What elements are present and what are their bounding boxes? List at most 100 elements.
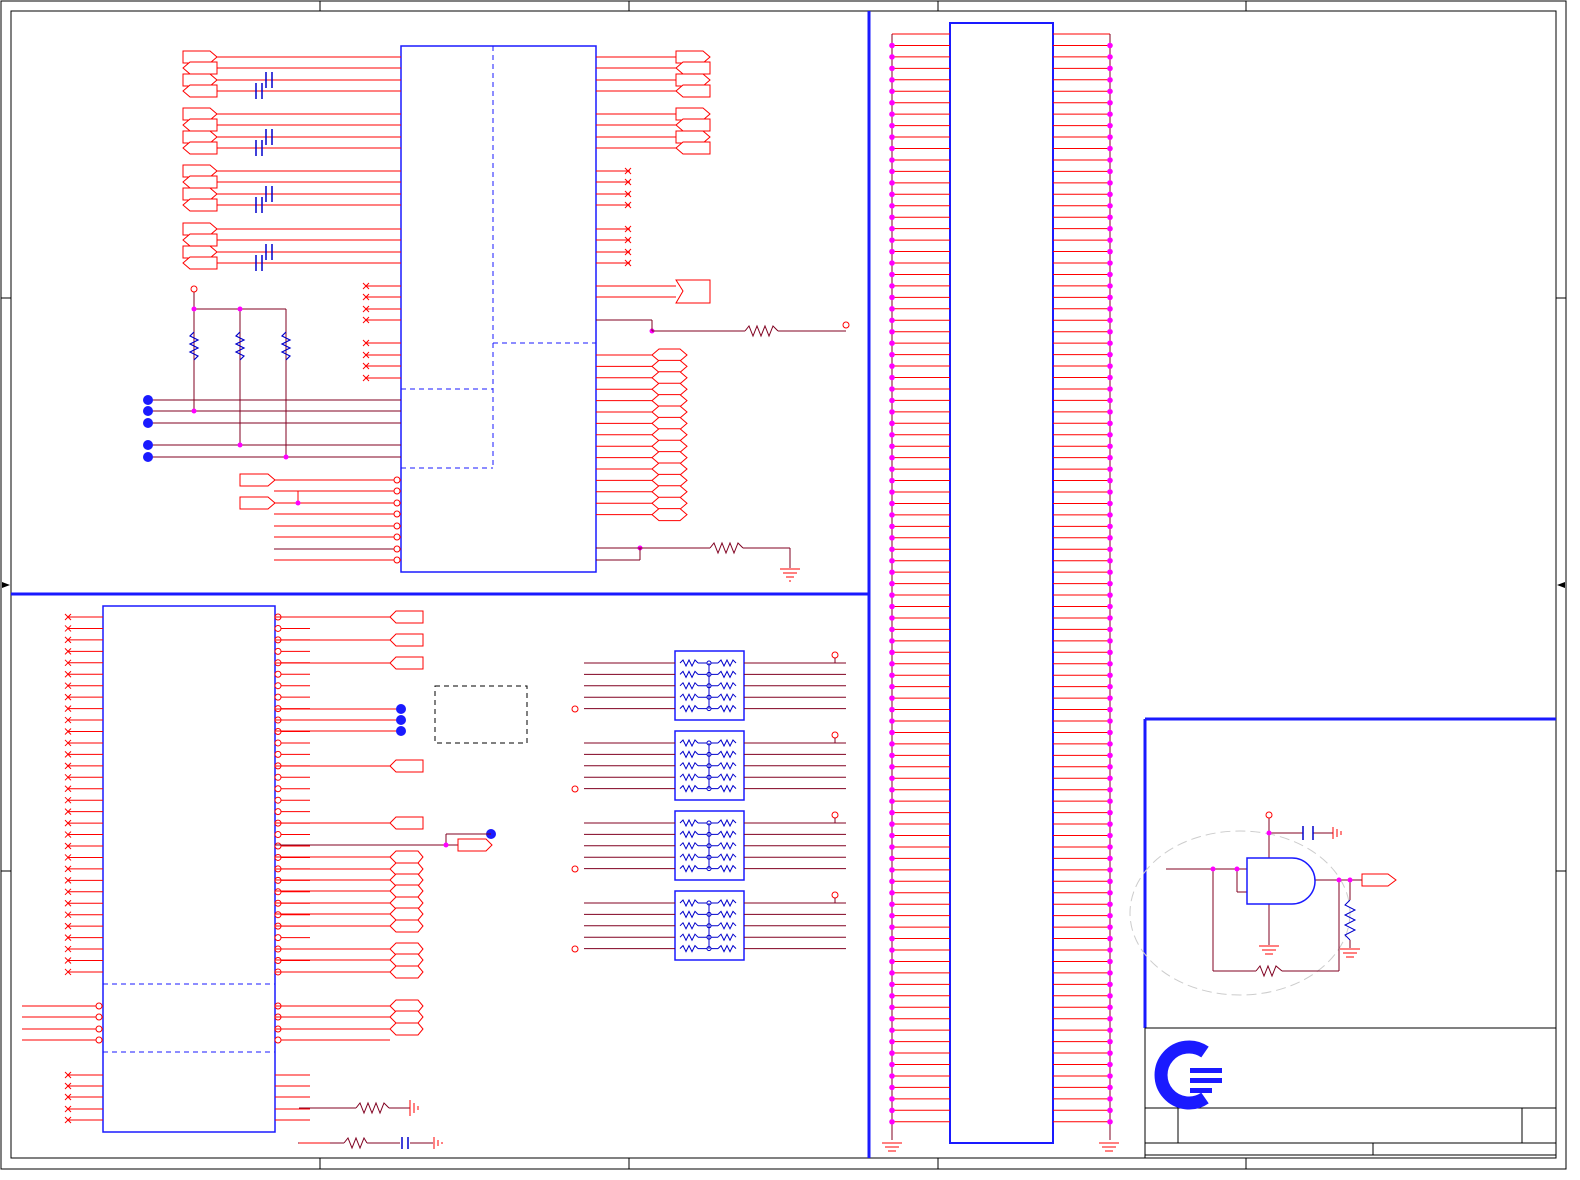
resistor-icon — [717, 944, 737, 953]
junction-dot — [889, 203, 895, 209]
junction-dot — [1107, 1073, 1113, 1079]
junction-dot — [889, 340, 895, 347]
resistor-icon — [679, 853, 699, 862]
power-rail-icon — [831, 811, 839, 819]
junction-dot — [889, 443, 895, 450]
rpack-2 — [571, 730, 846, 801]
junction-dot — [889, 88, 895, 95]
junction-dot — [1107, 958, 1113, 965]
resistor-icon — [679, 841, 699, 850]
resistor-icon — [744, 324, 779, 338]
resistor-icon — [679, 761, 699, 770]
junction-dot — [1107, 65, 1113, 72]
resistor-icon — [679, 784, 699, 793]
junction-dot — [889, 386, 895, 392]
output-port-icon — [1361, 873, 1397, 887]
rpack-3 — [571, 810, 846, 881]
port-icon — [239, 496, 276, 510]
port-icon — [182, 256, 218, 270]
junction-dot — [889, 180, 895, 186]
junction-dot — [889, 260, 895, 266]
junction-dot — [889, 752, 895, 759]
junction-dot — [1107, 420, 1113, 427]
bidir-port-icon — [651, 359, 688, 373]
junction-dot — [889, 615, 895, 621]
junction-dot — [1107, 54, 1113, 60]
resistor-icon — [709, 541, 744, 555]
junction-dot — [1107, 409, 1113, 415]
resistor-icon — [679, 658, 699, 668]
port-icon — [239, 473, 276, 487]
bidir-port-icon — [651, 462, 688, 476]
junction-dot — [1107, 1015, 1113, 1022]
power-rail-icon — [571, 865, 579, 873]
junction-dot — [889, 844, 895, 850]
junction-dot — [1107, 214, 1113, 221]
resistor-icon — [717, 841, 737, 850]
port-icon — [675, 141, 711, 155]
junction-dot — [889, 683, 895, 690]
junction-dot — [1107, 317, 1113, 324]
junction-dot — [1107, 1061, 1113, 1068]
junction-dot — [1107, 1096, 1113, 1102]
resistor-icon — [679, 944, 699, 953]
junction-dot — [1107, 901, 1113, 908]
junction-dot — [889, 271, 895, 278]
junction-dot — [889, 1027, 895, 1033]
junction-dot — [1107, 306, 1113, 312]
port-icon — [182, 73, 218, 87]
junction-dot — [1107, 970, 1113, 976]
pullup-resistors — [148, 290, 401, 458]
junction-dot — [1107, 203, 1113, 209]
bidir-port-icon — [651, 371, 688, 385]
junction-dot — [889, 1073, 895, 1079]
junction-dot — [889, 970, 895, 976]
resistor-icon — [717, 761, 737, 770]
resistor-icon — [679, 933, 699, 942]
junction-dot — [889, 1004, 895, 1011]
offpage-connector-icon — [143, 395, 153, 462]
resistor-icon — [717, 933, 737, 942]
resistor-packs — [571, 650, 846, 961]
ground-icon — [409, 1100, 443, 1149]
port-icon — [182, 50, 218, 64]
junction-dot — [889, 306, 895, 312]
bidir-port-icon — [389, 965, 424, 979]
junction-dot — [1107, 260, 1113, 266]
junction-dot — [1107, 741, 1113, 747]
port-icon — [182, 245, 218, 259]
bidir-port-icon — [389, 919, 424, 933]
junction-dot — [1107, 580, 1113, 587]
bidir-port-icon — [389, 953, 424, 967]
junction-dot — [889, 317, 895, 324]
resistor-icon — [717, 921, 737, 930]
junction-dot — [1107, 935, 1113, 942]
bidir-port-icon — [651, 496, 688, 510]
port-icon — [675, 61, 711, 75]
port-icon — [675, 50, 711, 64]
junction-dot — [1107, 77, 1113, 83]
junction-dot — [889, 981, 895, 988]
port-icon — [182, 233, 218, 247]
resistor-icon — [717, 910, 737, 919]
junction-dot — [1107, 592, 1113, 598]
junction-dot — [1107, 890, 1113, 896]
junction-dot — [1107, 88, 1113, 95]
resistor-icon — [717, 681, 737, 690]
resistor-icon — [343, 1136, 368, 1150]
junction-dot — [889, 672, 895, 679]
junction-dot — [1107, 683, 1113, 690]
junction-dot — [1107, 340, 1113, 347]
junction-dot — [889, 54, 895, 60]
junction-dot — [1107, 809, 1113, 816]
junction-dot — [1107, 603, 1113, 610]
junction-dot — [889, 523, 895, 530]
junction-dot — [1107, 947, 1113, 953]
resistor-icon — [1255, 964, 1283, 978]
resistor-icon — [717, 830, 737, 839]
ddr-interface-block — [143, 45, 850, 582]
junction-dot — [889, 947, 895, 953]
unpopulated-area — [434, 685, 528, 744]
bidir-port-icon — [389, 999, 424, 1013]
port-icon — [389, 759, 424, 773]
